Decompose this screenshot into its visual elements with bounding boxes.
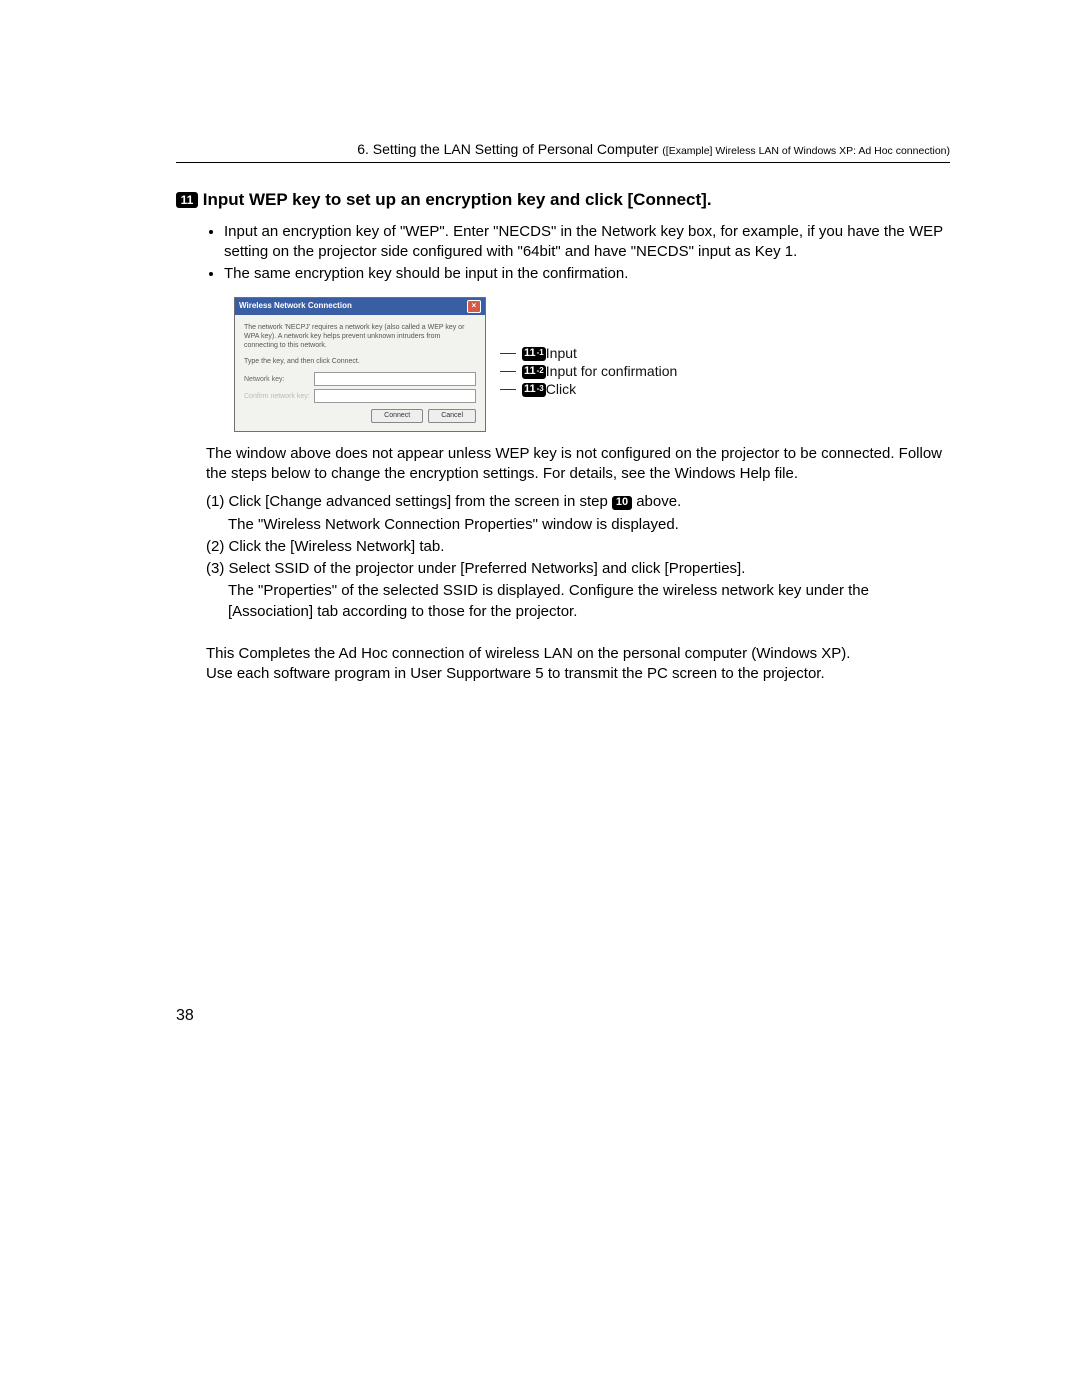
closing-paragraph: This Completes the Ad Hoc connection of … [206, 644, 950, 685]
section-title-text: Input WEP key to set up an encryption ke… [198, 190, 712, 209]
callout-input: 11-1 Input [500, 345, 677, 363]
dialog-description: The network 'NECPJ' requires a network k… [244, 323, 476, 351]
header-main: 6. Setting the LAN Setting of Personal C… [357, 141, 662, 157]
closing-line-2: Use each software program in User Suppor… [206, 664, 950, 684]
callout-labels: 11-1 Input 11-2 Input for confirmation 1… [500, 297, 677, 399]
section-title: 11 Input WEP key to set up an encryption… [176, 189, 950, 212]
bullet-item: The same encryption key should be input … [224, 264, 950, 284]
callout-click: 11-3 Click [500, 381, 677, 399]
dialog-body: The network 'NECPJ' requires a network k… [235, 315, 485, 431]
close-icon[interactable]: × [467, 300, 481, 313]
step-number-badge: 11 [176, 192, 198, 208]
substep-1: (1) Click [Change advanced settings] fro… [206, 492, 950, 512]
network-key-input[interactable] [314, 372, 476, 386]
document-page: 6. Setting the LAN Setting of Personal C… [0, 0, 1080, 1397]
dialog-titlebar: Wireless Network Connection × [235, 298, 485, 315]
dialog-figure: Wireless Network Connection × The networ… [234, 297, 950, 432]
confirm-key-label: Confirm network key: [244, 392, 314, 401]
substep-1-detail: The "Wireless Network Connection Propert… [228, 515, 950, 535]
page-header: 6. Setting the LAN Setting of Personal C… [176, 140, 950, 163]
header-sub: ([Example] Wireless LAN of Windows XP: A… [662, 145, 950, 157]
dialog-title-text: Wireless Network Connection [239, 301, 352, 312]
explanation-paragraph: The window above does not appear unless … [206, 444, 950, 485]
step-10-badge: 10 [612, 496, 632, 510]
substeps: (1) Click [Change advanced settings] fro… [206, 492, 950, 622]
page-number: 38 [176, 1005, 194, 1027]
wireless-dialog: Wireless Network Connection × The networ… [234, 297, 486, 432]
confirm-key-input[interactable] [314, 389, 476, 403]
instruction-bullets: Input an encryption key of "WEP". Enter … [206, 222, 950, 285]
substep-3: (3) Select SSID of the projector under [… [206, 559, 950, 579]
cancel-button[interactable]: Cancel [428, 409, 476, 422]
connect-button[interactable]: Connect [371, 409, 423, 422]
closing-line-1: This Completes the Ad Hoc connection of … [206, 644, 950, 664]
callout-confirm: 11-2 Input for confirmation [500, 363, 677, 381]
substep-3-detail: The "Properties" of the selected SSID is… [228, 581, 950, 622]
network-key-label: Network key: [244, 375, 314, 384]
dialog-prompt: Type the key, and then click Connect. [244, 357, 476, 366]
bullet-item: Input an encryption key of "WEP". Enter … [224, 222, 950, 263]
substep-2: (2) Click the [Wireless Network] tab. [206, 537, 950, 557]
